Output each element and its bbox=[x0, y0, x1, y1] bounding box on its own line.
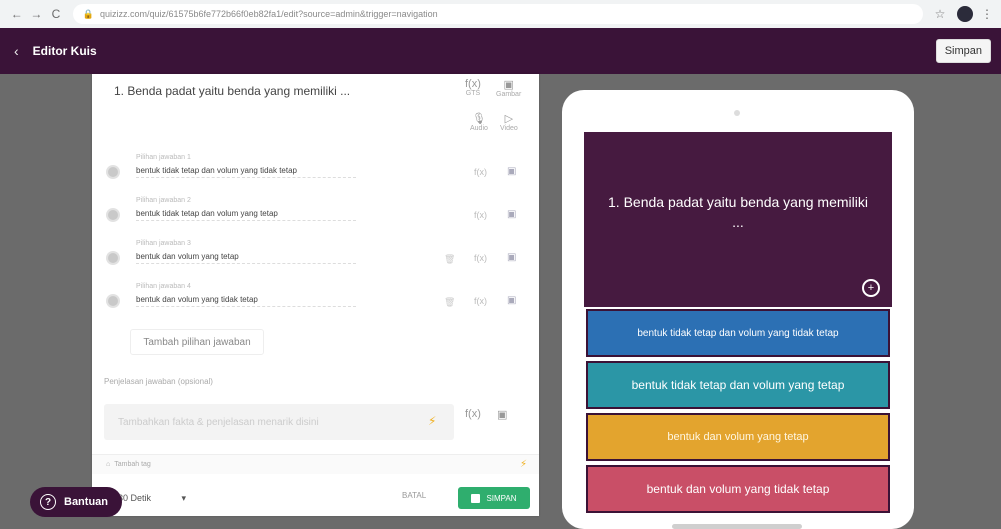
tablet-preview: 1. Benda padat yaitu benda yang memiliki… bbox=[562, 90, 914, 529]
question-input[interactable]: 1. Benda padat yaitu benda yang memiliki… bbox=[114, 84, 350, 98]
option-label: Pilihan jawaban 4 bbox=[136, 283, 191, 290]
lock-icon: 🔒 bbox=[82, 8, 94, 19]
tablet-camera bbox=[734, 110, 740, 116]
chevron-left-icon[interactable]: ‹ bbox=[14, 43, 19, 59]
option-input[interactable]: bentuk dan volum yang tetap bbox=[136, 252, 356, 264]
option-label: Pilihan jawaban 2 bbox=[136, 197, 191, 204]
image-icon[interactable]: ▣ bbox=[507, 295, 516, 306]
math-icon[interactable]: f(x) bbox=[474, 253, 487, 263]
image-icon[interactable]: ▣ bbox=[507, 252, 516, 263]
image-icon[interactable]: ▣ Gambar bbox=[496, 78, 521, 98]
preview-answer-1[interactable]: bentuk tidak tetap dan volum yang tidak … bbox=[586, 309, 890, 357]
explanation-label: Penjelasan jawaban (opsional) bbox=[104, 377, 213, 386]
answer-option-row: Pilihan jawaban 1 bentuk tidak tetap dan… bbox=[102, 152, 532, 188]
correct-answer-radio[interactable] bbox=[106, 294, 120, 308]
math-icon[interactable]: f(x) bbox=[474, 296, 487, 306]
math-icon[interactable]: f(x) bbox=[465, 408, 481, 420]
help-label: Bantuan bbox=[64, 496, 108, 508]
explanation-input[interactable]: Tambahkan fakta & penjelasan menarik dis… bbox=[104, 404, 454, 440]
answer-option-row: Pilihan jawaban 2 bentuk tidak tetap dan… bbox=[102, 195, 532, 231]
answer-option-row: Pilihan jawaban 4 bentuk dan volum yang … bbox=[102, 281, 532, 317]
image-icon[interactable]: ▣ bbox=[507, 209, 516, 220]
image-icon[interactable]: ▣ bbox=[497, 408, 507, 421]
tablet-home-bar bbox=[672, 524, 802, 529]
app-header: ‹ Editor Kuis Simpan bbox=[0, 28, 1001, 74]
bolt-icon[interactable]: ⚡ bbox=[428, 414, 436, 428]
time-value: 30 Detik bbox=[118, 493, 152, 503]
preview-answer-3[interactable]: bentuk dan volum yang tetap bbox=[586, 413, 890, 461]
forward-icon[interactable]: → bbox=[28, 5, 46, 23]
add-tag-link[interactable]: Tambah tag bbox=[114, 461, 151, 468]
correct-answer-radio[interactable] bbox=[106, 165, 120, 179]
bolt-icon[interactable]: ⚡ bbox=[520, 459, 527, 470]
back-icon[interactable]: ← bbox=[8, 5, 26, 23]
answer-option-row: Pilihan jawaban 3 bentuk dan volum yang … bbox=[102, 238, 532, 274]
tag-icon: ⌂ bbox=[106, 461, 111, 468]
trash-icon[interactable]: 🗑 bbox=[444, 297, 455, 308]
help-button[interactable]: ? Bantuan bbox=[30, 487, 122, 517]
video-icon[interactable]: ▷ Video bbox=[500, 112, 518, 132]
reload-icon[interactable]: C bbox=[47, 5, 65, 23]
page-title: Editor Kuis bbox=[32, 44, 97, 58]
explanation-placeholder: Tambahkan fakta & penjelasan menarik dis… bbox=[118, 416, 319, 428]
preview-answer-4[interactable]: bentuk dan volum yang tidak tetap bbox=[586, 465, 890, 513]
preview-answer-2[interactable]: bentuk tidak tetap dan volum yang tetap bbox=[586, 361, 890, 409]
image-icon[interactable]: ▣ bbox=[507, 166, 516, 177]
add-option-button[interactable]: Tambah pilihan jawaban bbox=[130, 329, 264, 355]
chevron-down-icon: ▾ bbox=[181, 492, 186, 503]
option-input[interactable]: bentuk dan volum yang tidak tetap bbox=[136, 295, 356, 307]
option-input[interactable]: bentuk tidak tetap dan volum yang tidak … bbox=[136, 166, 356, 178]
help-icon: ? bbox=[40, 494, 56, 510]
math-icon[interactable]: f(x) GTS bbox=[465, 78, 481, 97]
math-icon[interactable]: f(x) bbox=[474, 167, 487, 177]
url-text: quizizz.com/quiz/61575b6fe772b66f0eb82fa… bbox=[99, 9, 438, 19]
mic-icon[interactable]: 🎙 Audio bbox=[470, 112, 488, 132]
cancel-button[interactable]: BATAL bbox=[402, 491, 426, 500]
preview-question-text: 1. Benda padat yaitu benda yang memiliki… bbox=[608, 194, 868, 230]
math-icon[interactable]: f(x) bbox=[474, 210, 487, 220]
save-icon bbox=[471, 493, 481, 503]
trash-icon[interactable]: 🗑 bbox=[444, 254, 455, 265]
time-select[interactable]: 30 Detik ▾ bbox=[112, 487, 192, 509]
option-input[interactable]: bentuk tidak tetap dan volum yang tetap bbox=[136, 209, 356, 221]
correct-answer-radio[interactable] bbox=[106, 251, 120, 265]
option-label: Pilihan jawaban 1 bbox=[136, 154, 191, 161]
profile-avatar[interactable] bbox=[957, 6, 974, 22]
preview-question-area: 1. Benda padat yaitu benda yang memiliki… bbox=[584, 132, 892, 307]
save-question-label: SIMPAN bbox=[486, 493, 517, 503]
save-question-button[interactable]: SIMPAN bbox=[458, 487, 530, 509]
question-editor: 1. Benda padat yaitu benda yang memiliki… bbox=[92, 74, 539, 516]
menu-icon[interactable]: ⋮ bbox=[981, 7, 993, 21]
zoom-in-icon[interactable]: + bbox=[862, 279, 880, 297]
tag-bar: ⌂ Tambah tag ⚡ bbox=[92, 454, 539, 474]
address-bar[interactable]: 🔒 quizizz.com/quiz/61575b6fe772b66f0eb82… bbox=[72, 4, 923, 24]
editor-footer: 30 Detik ▾ BATAL SIMPAN bbox=[92, 479, 539, 516]
option-label: Pilihan jawaban 3 bbox=[136, 240, 191, 247]
correct-answer-radio[interactable] bbox=[106, 208, 120, 222]
star-icon[interactable]: ☆ bbox=[935, 7, 946, 21]
save-quiz-button[interactable]: Simpan bbox=[935, 39, 991, 63]
browser-toolbar: ← → C 🔒 quizizz.com/quiz/61575b6fe772b66… bbox=[0, 0, 1001, 28]
